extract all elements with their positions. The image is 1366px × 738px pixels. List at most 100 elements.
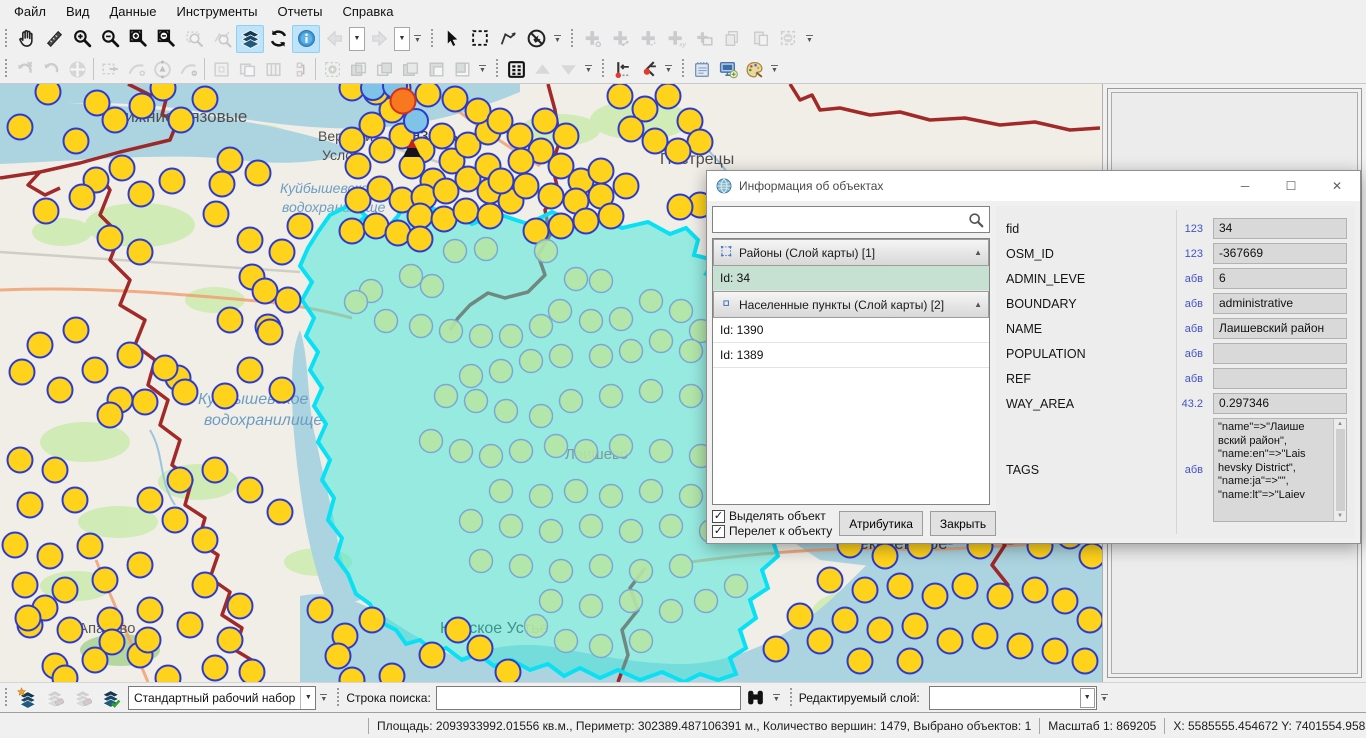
settlement-marker[interactable] <box>326 644 351 669</box>
notes-button[interactable] <box>689 56 715 82</box>
attributes-button[interactable]: Атрибутика <box>839 511 923 536</box>
settlement-marker[interactable] <box>253 279 278 304</box>
region-settlement-marker[interactable] <box>500 325 523 348</box>
toolbar-overflow[interactable]: ▼ <box>554 35 561 43</box>
settlement-marker[interactable] <box>213 384 238 409</box>
measure-tool[interactable] <box>40 25 68 53</box>
region-settlement-marker[interactable] <box>670 300 693 323</box>
region-settlement-marker[interactable] <box>550 560 573 583</box>
region-settlement-marker[interactable] <box>465 390 488 413</box>
region-settlement-marker[interactable] <box>640 480 663 503</box>
region-settlement-marker[interactable] <box>410 315 433 338</box>
toolbar-overflow[interactable]: ▼ <box>1101 694 1108 702</box>
region-settlement-marker[interactable] <box>600 485 623 508</box>
settlement-marker[interactable] <box>238 228 263 253</box>
settlement-marker[interactable] <box>136 628 161 653</box>
move-objects[interactable] <box>64 56 90 82</box>
settlement-marker[interactable] <box>408 204 433 229</box>
settlement-marker[interactable] <box>533 109 558 134</box>
region-settlement-marker[interactable] <box>580 595 603 618</box>
capital-marker[interactable] <box>391 89 416 114</box>
settlement-marker[interactable] <box>129 182 154 207</box>
attribute-value[interactable] <box>1213 343 1347 364</box>
settlement-marker[interactable] <box>64 129 89 154</box>
add-contour[interactable] <box>634 25 662 53</box>
workset-combo[interactable]: Стандартный рабочий набор ▼ <box>128 686 316 710</box>
settlement-marker[interactable] <box>83 358 108 383</box>
frame-combine[interactable] <box>234 56 260 82</box>
settlement-marker[interactable] <box>270 240 295 265</box>
region-settlement-marker[interactable] <box>680 485 703 508</box>
trim-tool[interactable] <box>97 56 123 82</box>
settlement-marker[interactable] <box>514 174 539 199</box>
settlement-marker[interactable] <box>169 108 194 133</box>
settlement-marker[interactable] <box>454 199 479 224</box>
settlement-marker[interactable] <box>276 288 301 313</box>
polygon-subtract[interactable] <box>371 56 397 82</box>
region-settlement-marker[interactable] <box>421 275 444 298</box>
polygon-union[interactable] <box>345 56 371 82</box>
settlement-marker[interactable] <box>1008 634 1033 659</box>
styles-button[interactable] <box>741 56 767 82</box>
settlement-marker[interactable] <box>988 584 1013 609</box>
settlement-marker[interactable] <box>118 343 143 368</box>
polygon-add[interactable] <box>319 56 345 82</box>
workset-favorite-button[interactable] <box>12 684 40 712</box>
nav-forward-button[interactable] <box>365 25 393 53</box>
settlement-marker[interactable] <box>496 660 521 683</box>
settlement-marker[interactable] <box>3 533 28 558</box>
region-settlement-marker[interactable] <box>620 590 643 613</box>
collapse-icon[interactable]: ▲ <box>974 300 982 309</box>
nav-back-button-dropdown[interactable]: ▼ <box>349 27 365 51</box>
zoom-out-rect[interactable] <box>152 25 180 53</box>
polygon-intersect[interactable] <box>449 56 475 82</box>
found-object-item[interactable]: Id: 1389 <box>713 343 989 368</box>
region-settlement-marker[interactable] <box>540 590 563 613</box>
settlement-marker[interactable] <box>133 390 158 415</box>
settlement-marker[interactable] <box>78 534 103 559</box>
minimize-button[interactable]: ─ <box>1222 171 1268 201</box>
zoom-in[interactable] <box>68 25 96 53</box>
object-info-button[interactable] <box>292 25 320 53</box>
workset-clear-button[interactable] <box>68 684 96 712</box>
frame-bracket[interactable] <box>286 56 312 82</box>
settlement-marker[interactable] <box>173 380 198 405</box>
settlement-marker[interactable] <box>656 84 681 109</box>
region-settlement-marker[interactable] <box>550 345 573 368</box>
close-icon[interactable]: ✕ <box>1314 171 1360 201</box>
toolbar-grip[interactable] <box>601 59 606 79</box>
layer-group-header[interactable]: Населенные пункты (Слой карты) [2]▲ <box>713 291 989 318</box>
settlement-marker[interactable] <box>93 568 118 593</box>
zoom-out[interactable] <box>96 25 124 53</box>
region-settlement-marker[interactable] <box>590 555 613 578</box>
settlement-marker[interactable] <box>508 124 533 149</box>
toolbar-grip[interactable] <box>430 29 435 49</box>
move-up[interactable] <box>529 56 555 82</box>
settlement-marker[interactable] <box>430 124 455 149</box>
settlement-marker[interactable] <box>193 528 218 553</box>
toolbar-overflow[interactable]: ▼ <box>773 694 780 702</box>
region-settlement-marker[interactable] <box>440 320 463 343</box>
snap-vertex-tool[interactable] <box>635 56 661 82</box>
settlement-marker[interactable] <box>34 199 59 224</box>
settlement-marker[interactable] <box>203 656 228 681</box>
settlement-marker[interactable] <box>204 202 229 227</box>
maximize-button[interactable]: ☐ <box>1268 171 1314 201</box>
menu-view[interactable]: Вид <box>56 2 100 21</box>
settlement-marker[interactable] <box>953 574 978 599</box>
region-settlement-marker[interactable] <box>475 238 498 261</box>
copy-object[interactable] <box>718 25 746 53</box>
settlement-marker[interactable] <box>408 227 433 252</box>
settlement-marker[interactable] <box>938 629 963 654</box>
settlement-marker[interactable] <box>360 608 385 633</box>
settlement-marker[interactable] <box>443 87 468 112</box>
toolbar-overflow[interactable]: ▼ <box>320 694 327 702</box>
frame-split[interactable] <box>260 56 286 82</box>
region-settlement-marker[interactable] <box>600 385 623 408</box>
settlement-marker[interactable] <box>163 508 188 533</box>
menu-file[interactable]: Файл <box>4 2 56 21</box>
settlement-marker[interactable] <box>70 185 95 210</box>
settlement-marker[interactable] <box>58 618 83 643</box>
region-settlement-marker[interactable] <box>435 385 458 408</box>
settlement-marker[interactable] <box>103 108 128 133</box>
